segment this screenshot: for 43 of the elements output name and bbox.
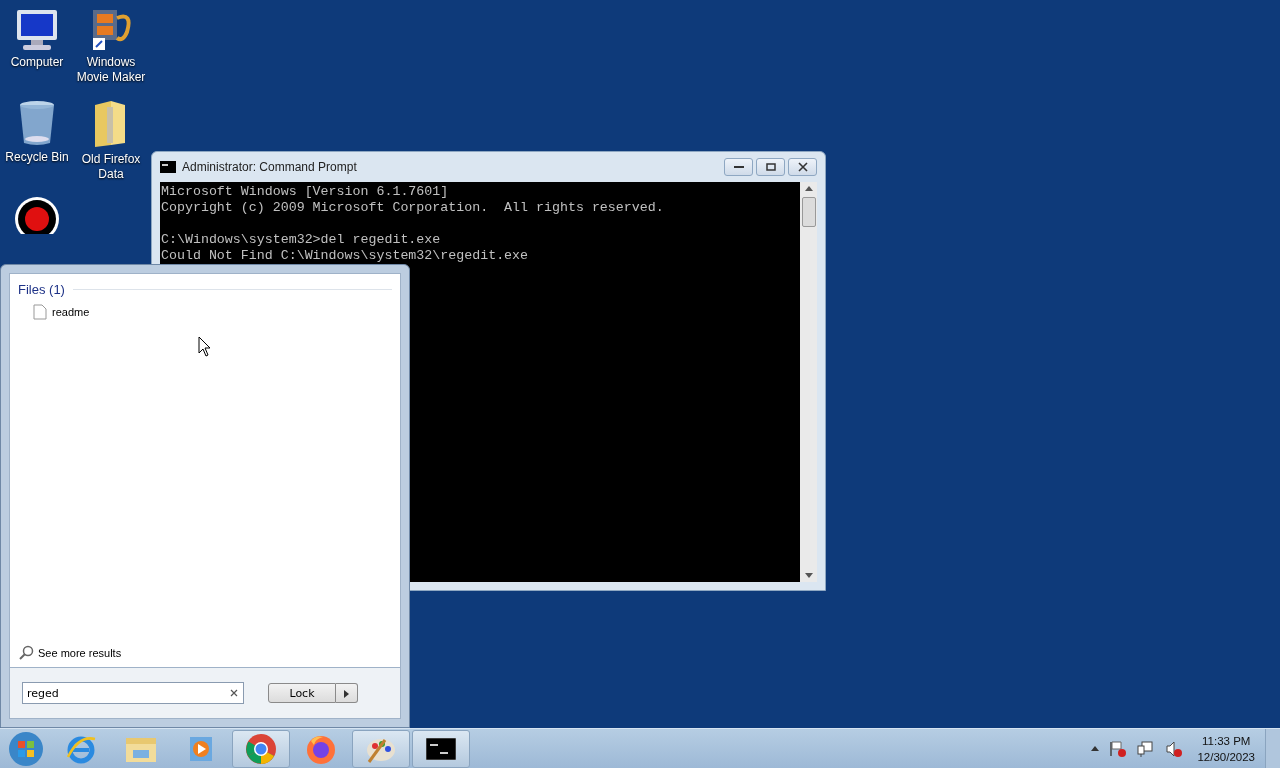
console-line: Could Not Find C:\Windows\system32\regedit.exe [161, 248, 530, 264]
desktop-icon-label[interactable]: Recycle Bin [5, 150, 69, 165]
lock-button[interactable]: Lock [268, 683, 336, 703]
record-icon[interactable] [14, 196, 60, 234]
search-result[interactable]: readme [18, 297, 392, 327]
search-field[interactable]: reged [22, 682, 244, 704]
desktop-icon-label[interactable]: Windows Movie Maker [74, 55, 148, 85]
restore-icon [765, 163, 776, 171]
console-line: Microsoft Windows [Version 6.1.7601] [161, 184, 450, 200]
start-button[interactable] [8, 730, 44, 767]
clock-date[interactable]: 12/30/2023 [1197, 748, 1255, 765]
console-line: C:\Windows\system32>del regedit.exe [161, 232, 442, 248]
browser-ring-icon [245, 732, 277, 765]
console-line: Copyright (c) 2009 Microsoft Corporation. All rights reserved. [161, 200, 665, 216]
scrollbar[interactable] [800, 182, 817, 582]
taskbar-button[interactable] [412, 729, 470, 768]
volume-icon[interactable] [1165, 739, 1184, 758]
caret-icon [344, 689, 349, 698]
scroll-thumb[interactable] [801, 197, 816, 227]
scroll-up-icon[interactable] [804, 186, 813, 191]
power-options-button[interactable] [336, 683, 358, 703]
desktop-icon-label[interactable]: Old Firefox Data [74, 152, 148, 182]
play-icon [188, 734, 214, 763]
console-icon [160, 161, 176, 173]
clock-time[interactable]: 11:33 PM [1202, 732, 1251, 749]
mouse-cursor-icon [198, 336, 211, 357]
search-icon [18, 645, 34, 661]
scroll-down-icon[interactable] [804, 573, 813, 578]
close-icon [797, 162, 808, 172]
close-button[interactable] [788, 158, 817, 176]
window-title: Administrator: Command Prompt [182, 160, 357, 174]
see-more-link[interactable]: See more results [18, 645, 392, 661]
desktop-icon-label[interactable]: Computer [10, 55, 64, 70]
minimize-button[interactable] [724, 158, 753, 176]
show-hidden-icons-icon[interactable] [1091, 746, 1100, 751]
clear-icon[interactable] [230, 689, 238, 697]
flag-icon[interactable] [1109, 739, 1128, 758]
document-icon [33, 304, 47, 320]
group-heading: Files (1) [18, 282, 65, 297]
minimize-icon [733, 165, 744, 169]
console-icon [426, 737, 456, 760]
network-icon[interactable] [1137, 739, 1156, 758]
maximize-button[interactable] [756, 158, 785, 176]
